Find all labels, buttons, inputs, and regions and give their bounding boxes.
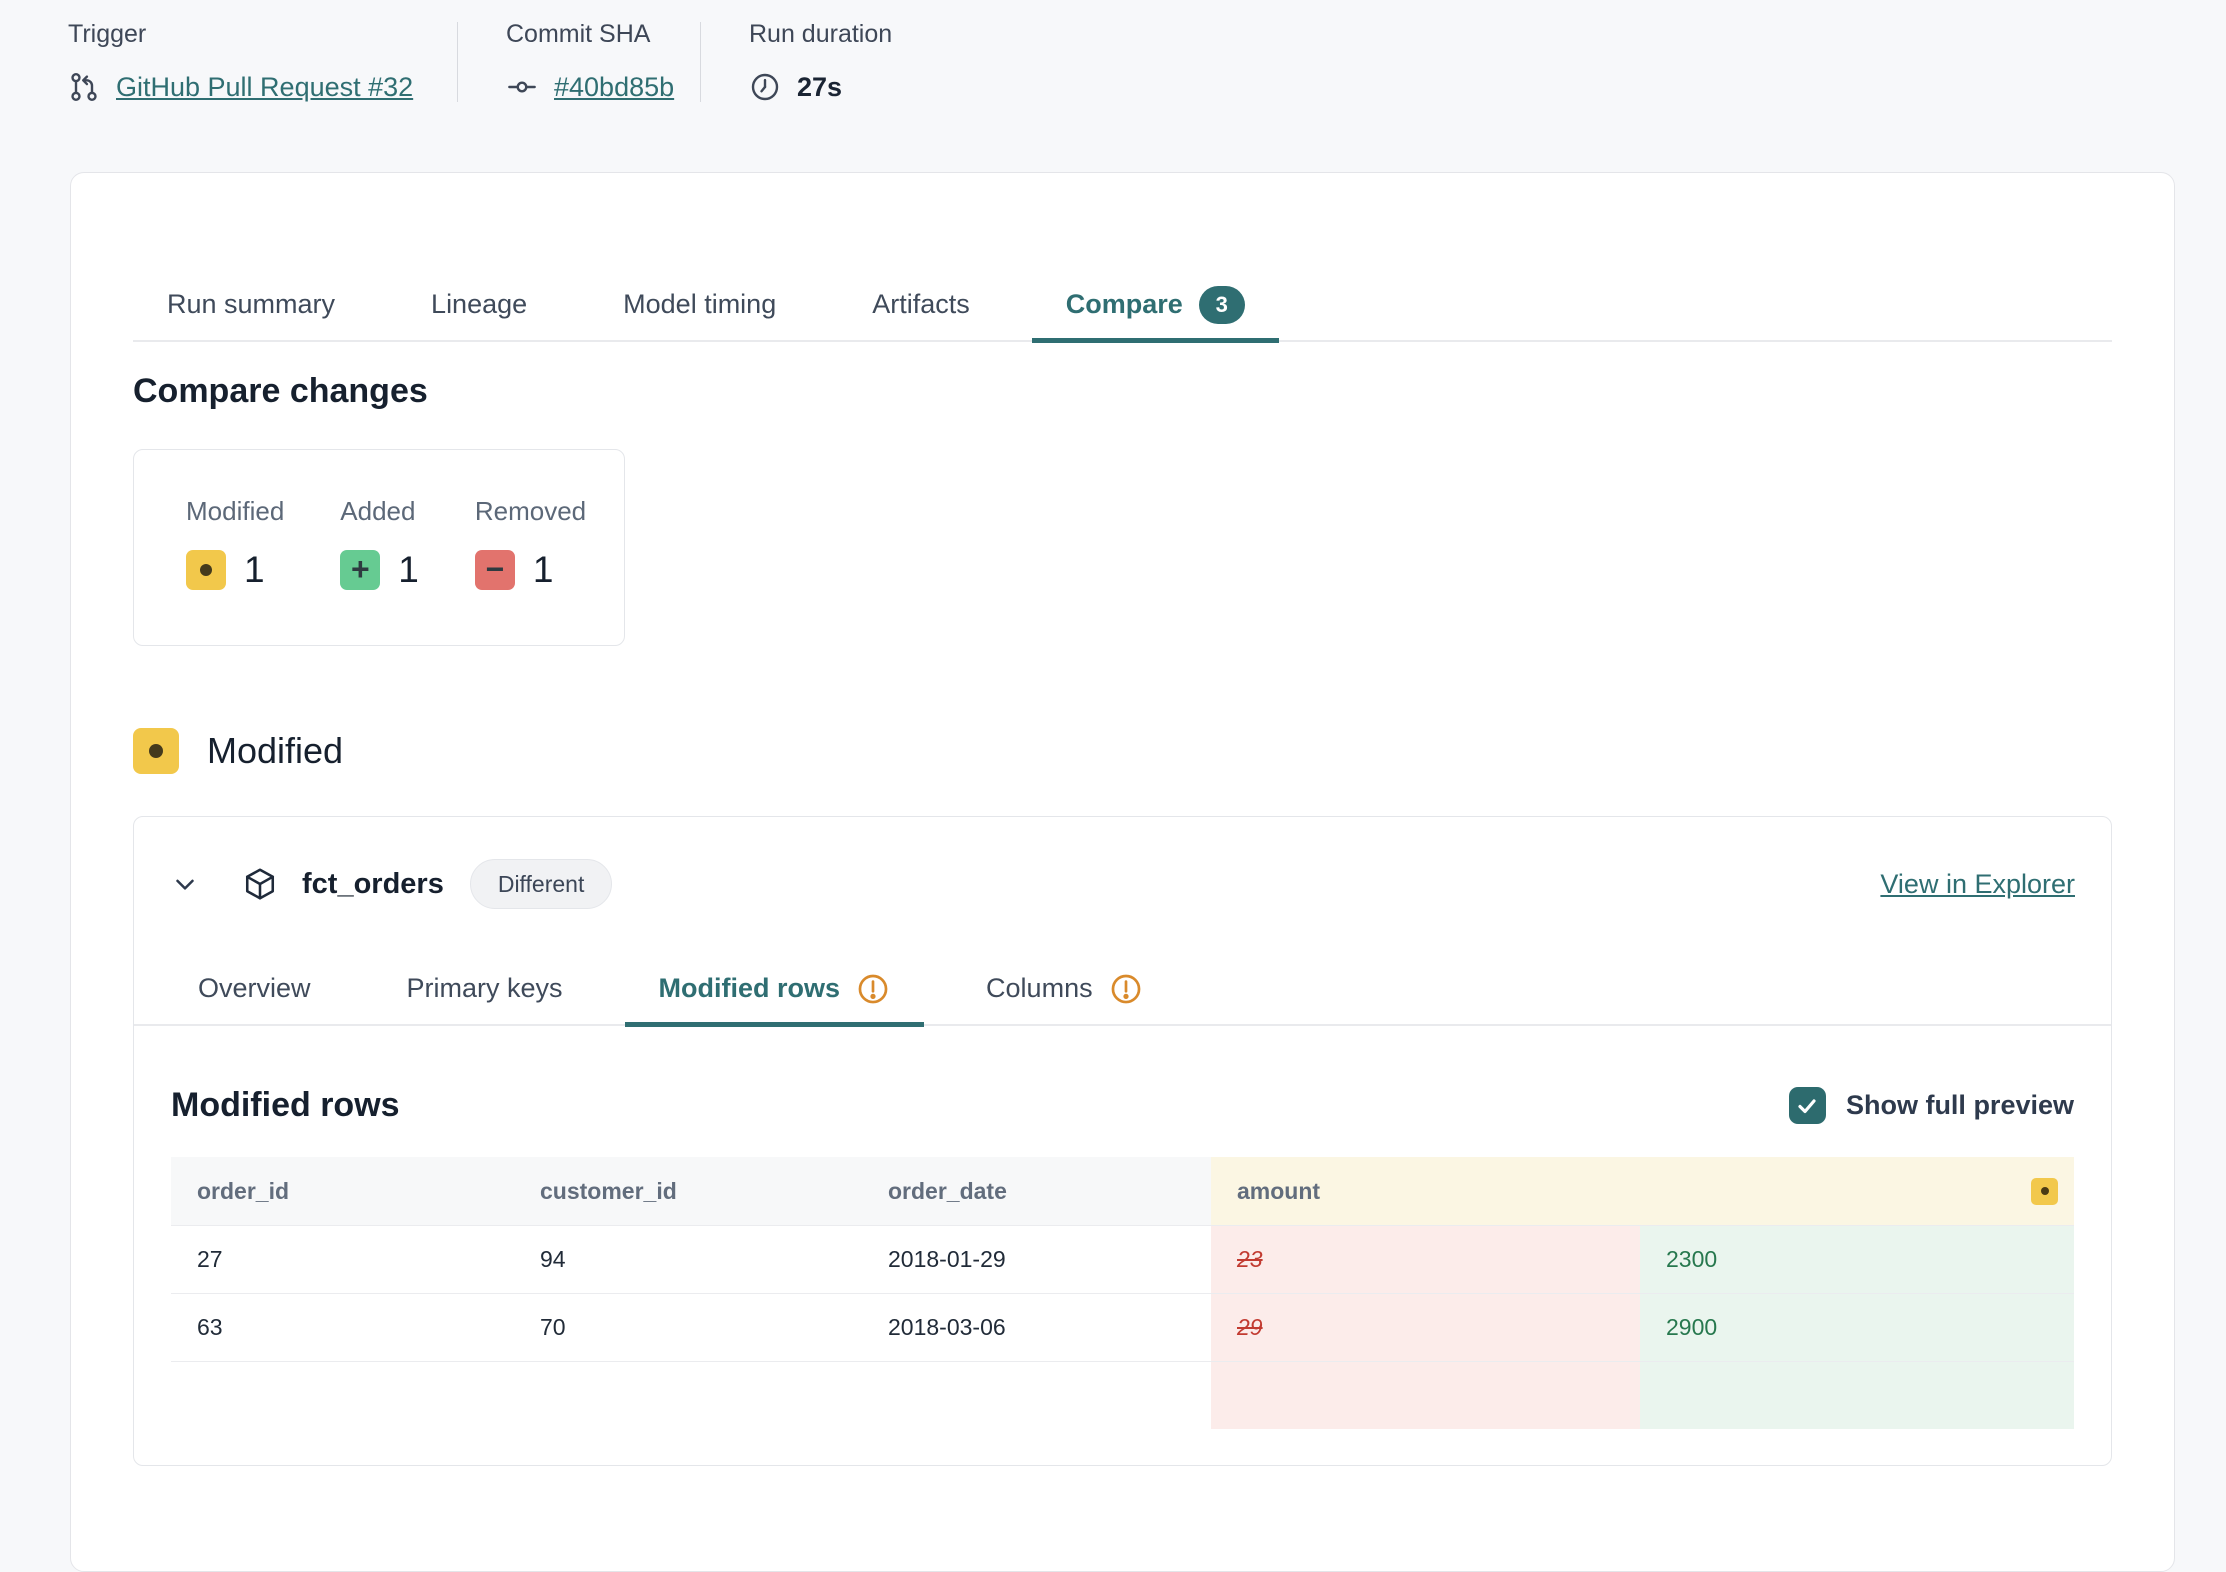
status-badge: Different [470, 859, 613, 909]
commit-link[interactable]: #40bd85b [554, 72, 674, 103]
removed-icon: − [475, 550, 515, 590]
cell-amount-old: 29 [1211, 1294, 1640, 1361]
added-stat: Added + 1 [340, 496, 419, 591]
tab-overview[interactable]: Overview [164, 955, 345, 1027]
added-icon: + [340, 550, 380, 590]
modified-icon [133, 728, 179, 774]
modified-group-title: Modified [207, 730, 343, 772]
modified-column-marker-icon [2031, 1178, 2058, 1205]
model-card-fct-orders: fct_orders Different View in Explorer Ov… [133, 816, 2112, 1466]
tab-run-summary[interactable]: Run summary [133, 271, 369, 343]
modified-stat: Modified 1 [186, 496, 284, 591]
view-in-explorer-link[interactable]: View in Explorer [1880, 869, 2075, 900]
chevron-down-icon[interactable] [170, 869, 200, 899]
tab-artifacts[interactable]: Artifacts [838, 271, 1004, 343]
column-header: order_date [862, 1157, 1211, 1225]
run-detail-card: Run summary Lineage Model timing Artifac… [70, 172, 2175, 1572]
removed-stat: Removed − 1 [475, 496, 586, 591]
commit-stat: Commit SHA #40bd85b [506, 20, 700, 103]
cell-customer-id: 94 [514, 1226, 862, 1293]
cell-order-id: 27 [171, 1226, 514, 1293]
table-row: 63 70 2018-03-06 29 2900 [171, 1293, 2074, 1361]
tab-primary-keys[interactable]: Primary keys [373, 955, 597, 1027]
tab-model-timing[interactable]: Model timing [589, 271, 810, 343]
divider [700, 22, 701, 102]
cell-amount-new: 2900 [1640, 1294, 2074, 1361]
compare-summary-card: Modified 1 Added + 1 Removed − 1 [133, 449, 625, 646]
model-tabs: Overview Primary keys Modified rows Colu… [134, 955, 2111, 1026]
cell-amount-new: 2300 [1640, 1226, 2074, 1293]
cell-order-date: 2018-01-29 [862, 1226, 1211, 1293]
modified-group-header: Modified [133, 728, 2112, 774]
column-header-amount: amount [1211, 1157, 2074, 1225]
table-header-row: order_id customer_id order_date amount [171, 1157, 2074, 1225]
compare-changes-heading: Compare changes [133, 372, 2112, 411]
warning-icon [856, 972, 890, 1006]
tab-lineage[interactable]: Lineage [397, 271, 561, 343]
added-count: 1 [398, 549, 419, 591]
commit-icon [506, 71, 538, 103]
pull-request-icon [68, 71, 100, 103]
run-tabs: Run summary Lineage Model timing Artifac… [133, 271, 2112, 342]
warning-icon [1109, 972, 1143, 1006]
added-stat-label: Added [340, 496, 419, 527]
model-name: fct_orders [302, 868, 444, 901]
table-row: 27 94 2018-01-29 23 2300 [171, 1225, 2074, 1293]
column-header: customer_id [514, 1157, 862, 1225]
modified-stat-label: Modified [186, 496, 284, 527]
duration-label: Run duration [749, 20, 892, 49]
tab-compare[interactable]: Compare 3 [1032, 271, 1279, 343]
cell-customer-id: 70 [514, 1294, 862, 1361]
removed-count: 1 [533, 549, 554, 591]
model-cube-icon [242, 866, 278, 902]
trigger-label: Trigger [68, 20, 457, 49]
duration-value: 27s [797, 72, 842, 103]
commit-label: Commit SHA [506, 20, 700, 49]
run-header: Trigger GitHub Pull Request #32 Commit S… [0, 0, 2226, 103]
modified-icon [186, 550, 226, 590]
show-full-preview-label: Show full preview [1846, 1090, 2074, 1121]
tab-columns[interactable]: Columns [952, 955, 1177, 1027]
trigger-stat: Trigger GitHub Pull Request #32 [68, 20, 457, 103]
removed-stat-label: Removed [475, 496, 586, 527]
cell-order-id: 63 [171, 1294, 514, 1361]
model-header-row: fct_orders Different View in Explorer [134, 817, 2111, 909]
checkbox-checked-icon[interactable] [1789, 1087, 1826, 1124]
column-header: order_id [171, 1157, 514, 1225]
clock-icon [749, 71, 781, 103]
cell-amount-old: 23 [1211, 1226, 1640, 1293]
trigger-link[interactable]: GitHub Pull Request #32 [116, 72, 413, 103]
modified-rows-table: order_id customer_id order_date amount 2… [171, 1157, 2074, 1429]
compare-count-badge: 3 [1199, 286, 1245, 324]
show-full-preview-toggle[interactable]: Show full preview [1789, 1087, 2074, 1124]
table-row [171, 1361, 2074, 1429]
tab-modified-rows[interactable]: Modified rows [625, 955, 925, 1027]
cell-order-date: 2018-03-06 [862, 1294, 1211, 1361]
divider [457, 22, 458, 102]
modified-rows-panel-header: Modified rows Show full preview [171, 1086, 2074, 1125]
modified-count: 1 [244, 549, 265, 591]
duration-stat: Run duration 27s [749, 20, 892, 103]
modified-rows-heading: Modified rows [171, 1086, 400, 1125]
